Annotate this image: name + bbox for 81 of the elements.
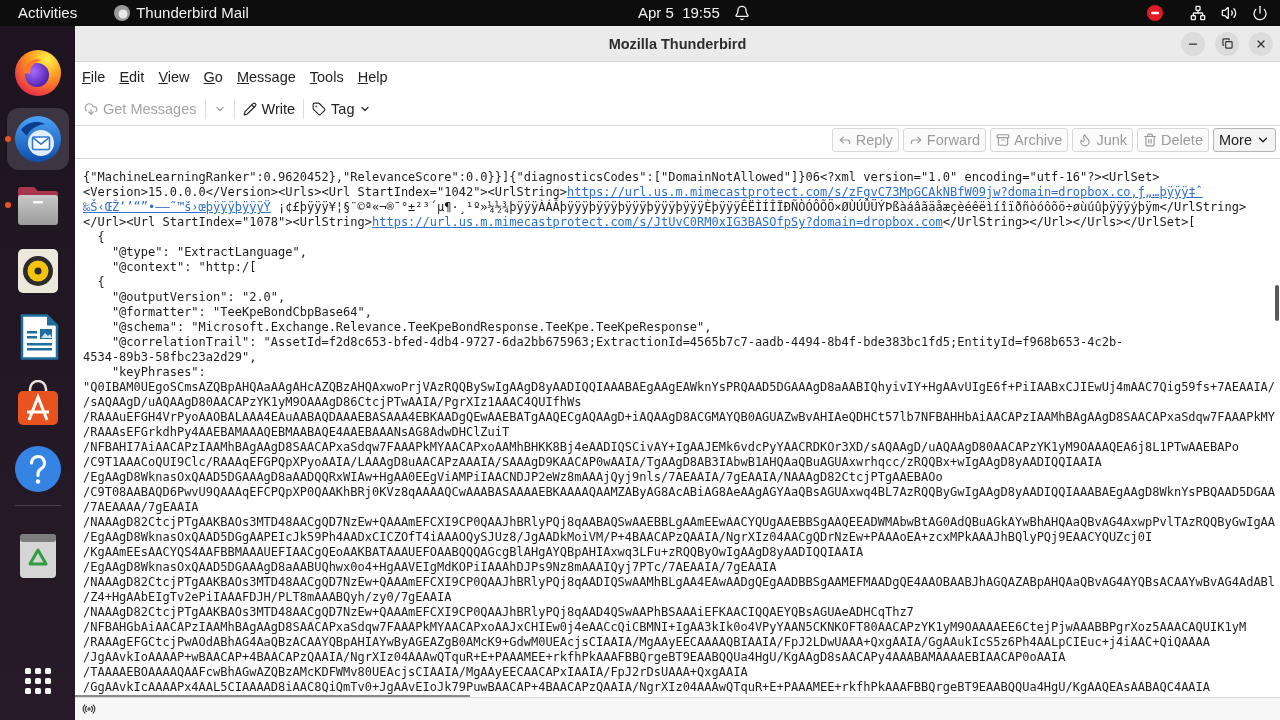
message-text: /GgAAvkIcAAAAPx4AAL5CIAAAAD8iAAC8QiQmTv0+JgAAvEIoJk79PuwBAACAP+4BAACAPzQAAIA/NgrXIz04AAAwQTquR+E+PAAAMEE+rkfhPkAAAFBBQrgeBT9EAABQQUa4HgU/KgAAQEAsAABAQC4AAIA (83, 680, 1211, 695)
menu-item[interactable]: Go (196, 65, 230, 89)
message-text: { (96, 275, 105, 290)
menu-item[interactable]: Tools (302, 65, 351, 89)
grid-icon (24, 668, 51, 694)
message-text: "@outputVersion": "2.0", (110, 290, 286, 305)
message-text: ‰Š‹ŒŽ‘’“”•–—˜™š›œþÿÿÿþÿÿÿŸ ¡¢£þÿÿÿ¥¦§¨©ª«¬®¯°±²³´µ¶·¸¹º»¼½¾þÿÿÿÀÁÂþÿÿÿþÿÿÿþÿÿÿþÿÿÿþÿÿÿÈþÿÿÿÊËÌÍÎÏÐÑÒÓÔÕÖ×ØÙÚÛÜÝÞßàáâãäåæçèéêëìíîïðñòóôõö÷øùúûþÿÿÿýþÿm</UrlString> (83, 200, 1247, 215)
tag-button[interactable]: Tag (308, 95, 376, 122)
show-apps-button[interactable] (24, 668, 51, 694)
power-icon[interactable] (1252, 5, 1268, 21)
app-menu-button[interactable]: Thunderbird Mail (114, 4, 249, 22)
write-button[interactable]: Write (238, 95, 300, 122)
message-text: /EgAAgD8WknasOxQAAD5DGgAAPEIcJk59Ph4AADxCICZOfT4iAAAOQySJUz8/JgAADkMoiVM/P+4BAACAPzQAAIA/NgrXIz04AACgQDrNzEw+PAAAoEA+zcxMPkAAAJhBQlyPQj9EAACYQUZcj0I (83, 530, 1153, 545)
message-text: "keyPhrases": (110, 365, 206, 380)
message-text: /Z4+HgAAbEIgTv2ePiIAAAFDJH/PLT8mAAABQyh/zy0/7gEAAIA (83, 590, 452, 605)
window-title: Mozilla Thunderbird (608, 35, 747, 52)
message-text: "@formatter": "TeeKpeBondCbpBase64", (110, 305, 372, 320)
message-text: </Url><Url StartIndex="1078"><UrlString>https://url.us.m.mimecastprotect.com/s/JtUvC0RM0xIG3BASOfpSy?domain=dropbox.com</UrlString></Url></Urls></UrlSet>[ (83, 215, 1196, 230)
message-text: /RAAAsEFGrkdhPy4AAEBAMAAAQEBMAABAQE4AAEBAAANsAG8AdwDHClZuiT (83, 425, 510, 440)
message-text: /NFBAHGbAiAACAPzIAAMhBAgAAgD8SAACAPxaSdqw7FAAAPkMYAACAPxoAAJxCHIEw0j4eAACcQiCBMNI+IgAA3kIk0o4VPyYAAN5CKNKOFT80AACAPzYK1yM9OAAAAEE6CtejPjwAAABBPgrXoz5AAACAQUIK1yM (83, 620, 1247, 635)
url-link[interactable]: https://url.us.m.mimecastprotect.com/s/zFgvC73MpGCAkNBfW09jw?domain=dropbox.co‚ƒ„…þÿÿÿ‡ˆ (567, 185, 1203, 199)
message-text: "@correlationTrail": "AssetId=f2d8c653-bfed-4db4-9727-6da2bb675963;ExtractionId=4565b7c7-aadb-4494-8b4f-bde383bc1fd5;EntityId=f968b653-4c2b- (110, 335, 1124, 350)
message-text: /C9T08AABAQD6PwvU9QAAAqEFCPQpXP0QAAKhBRj0KVz8qAAAAQCwAAABASAAAAEBKAAAAQAAMZAByAG8AcABiAG8AeAAgAGYAaQBsAGUAxwq4BL7AzRQQByGwIgAAgD8yAADIQQIAAABAEgAAgD8WknYsPBQAAD5DGAA (83, 485, 1276, 500)
help-launcher-button[interactable] (14, 446, 61, 492)
message-text: "@schema": "Microsoft.Exchange.Relevance.TeeKpeBondResponse.TeeKpe.TeeKpeResponse", (110, 320, 712, 335)
message-text: 4534-89b3-58fbc23a2d29", (83, 350, 257, 365)
flame-globe-icon (14, 50, 61, 96)
menu-item[interactable]: Message (229, 65, 303, 89)
tag-icon (312, 101, 327, 116)
trash-icon (1143, 133, 1158, 147)
flame-icon (1078, 133, 1093, 147)
message-text: <Version>15.0.0.0</Version><Urls><Url StartIndex="1042"><UrlString>https://url.us.m.mimecastprotect.com/s/zFgvC73MpGCAkNBfW09jw?domain=dropbox.co‚ƒ„…þÿÿÿ‡ˆ (83, 185, 1203, 200)
horizontal-scrollbar-thumb[interactable] (75, 695, 470, 697)
network-icon[interactable] (1190, 5, 1206, 21)
signal-waves-icon[interactable] (82, 702, 96, 716)
app-icon (114, 5, 131, 21)
message-text: /KgAAmEEsAACYQS4AAFBBMAAAUEFIAACgQEoAAKBATAAAUEFOAABQQQAGcgBlAHgAYQBpAHIAxwq3LFu+zRQQByOwIgAAgD8yAADIQQIAAIA (83, 545, 864, 560)
message-text: /EgAAgD8WknasOxQAAD5DGAAAgD8aAABUQhwx0o4+HgAAVEIgMdKOPiIAAAhDJPs9Nz8mAAAIQyj7PTc/7AEAAIA/7gEAAIA (83, 560, 777, 575)
minimize-button[interactable] (1181, 31, 1205, 56)
message-text: "@context": "http:/[ (110, 260, 257, 275)
clock-button[interactable]: Apr 5 19:55 (638, 4, 720, 22)
menu-item[interactable]: Edit (112, 65, 152, 89)
more-button[interactable]: More (1212, 128, 1276, 152)
message-text: /NAAAgD82CtcjPTgAAKBAOs3MTD48AACgQD7NzEw+QAAAmEFCXI9CP0QAAJhBRlyPQj8qAABAQSwAAEBBLgAAmEEwAACYQUgAAEBBSgAAQEEADWMAbwBtAG0AdQBuAGkAYwBhAHQAaQBvAG4AxwpPvlTAzRQQByGwIgAA (83, 515, 1276, 530)
message-text: /EgAAgD8WknasOxQAAD5DGAAAgD8aAADQQRxWIAw+HgAA0EEgViAMPiIAACNDJP2eWz8mAAAjQyj9nls/7AEAAIA/7gEAAIA/NAAAgD82CtcjPTgAAEBAOo (83, 470, 943, 485)
question-mark-icon (14, 446, 61, 492)
message-text: { (96, 230, 105, 245)
url-link[interactable]: ‰Š‹ŒŽ‘’“”•–—˜™š›œþÿÿÿþÿÿÿŸ (83, 200, 271, 214)
message-text: /NAAAgD82CtcjPTgAAKBAOs3MTD48AACgQD7NzEw+QAAAmEFCXI9CP0QAAJhBRlyPQj8qAAD4QSwAAPhBSAAAiEFKAACIQQAEYQBsAGUAeADHCqThz7 (83, 605, 914, 620)
restore-icon (1221, 38, 1233, 49)
pencil-icon (242, 101, 257, 116)
message-text: /C9T1AAACoQUI9Clc/RAAAqEFGPQpXPyoAAIA/LAAAgD8uAACAPzAAAIA/SAAAgD9KAACAP0wAAIA/TgAAgD8AB3IAbwB1AHQAaQBuAGUAxwrhqcc/zRQQBx+wIgAAgD8yAADIQQIAAIA (83, 455, 1102, 470)
message-text: "@type": "ExtractLanguage", (110, 245, 307, 260)
message-text: /TAAAAEBOAAAAQAAFcwBhAGwAZQBzAMcKDFWMv80UEAcjsCIAAIA/MgAAyEECAACAPxIAAIA/FpJ2rDsUAAA+QxgAAIA (83, 665, 748, 680)
reply-icon (837, 133, 852, 147)
message-text: /JgAAvkIoAAAAP+wBAACAP+4BAACAPzQAAIA/NgrXIz04AAAwQTquR+E+PAAAMEE+rkfhPkAAAFBBQrgeBT9EAABQQUa4HgU/KgAAgD8sAACAPy4AAABAMAAAAEBIAACAP0oAAIA (83, 650, 1066, 665)
volume-icon[interactable] (1221, 5, 1237, 21)
bell-icon (733, 5, 750, 21)
message-text: /sAQAAgD/uAQAAgD80AACAPzYK1yM9OAAAgD86CtcjPTwAAIA/PgrXIz1AAAC4QUIfhWs (83, 395, 582, 410)
activities-button[interactable]: Activities (18, 4, 78, 22)
close-button[interactable] (1249, 31, 1273, 56)
message-text: /RAAAuEFGH4VrPyoAAOBALAAA4EAuAABAQDAAAEBASAAA4EBKAADgQEwAAEBATgAAQECgAQAAgD+iAQAAgD8ACGMAYQB0AGUAZwBvAHIAeQDHCt57lb7NFBAHHbAiAACAPzIAAMhBAgAAgD8SAACAPxaSdqw7FAAAPkMY (83, 410, 1276, 425)
message-text: {"MachineLearningRanker":0.9620452},"RelevanceScore":0.0}}]{"diagnosticsCodes":["DomainNotAllowed"]}06<?xml version="1.0" encoding="utf-16"?><UrlSet> (83, 170, 1160, 185)
message-text: /NFBAHI7AiAACAPzIAAMhBAgAAgD8SAACAPxaSdqw7FAAAPkMYAACAPxoAAMhBHKK8Bj4eAADIQSCivAY+IgAAJEMk6vdcPyYAACRDKOr3XD/sAQAAgD/uAQAAgD80AACAPzYK1yM9OAAAQEA6j8L1PTwAAEBAPo (83, 440, 1239, 455)
menu-item[interactable]: File (75, 65, 113, 89)
forward-icon (908, 133, 923, 147)
menu-item[interactable]: Help (350, 65, 395, 89)
browser-launcher-button[interactable] (14, 50, 61, 96)
cloud-download-icon (84, 101, 98, 116)
no-entry-icon[interactable] (1147, 5, 1163, 21)
restore-button[interactable] (1215, 31, 1239, 56)
message-text: /NAAAgD82CtcjPTgAAKBAOs3MTD48AACgQD7NzEw+QAAAmEFCXI9CP0QAAJhBRlyPQj8qAADIQSwAAMhBLgAA4EAwAADgQEgAADBBSgAAMEFMAADgQE4AAOBAABJhAGQAZABpAHQAaQBvAG4AYQBsACAAYwBvAG4AdABl (83, 575, 1276, 590)
archive-box-icon (996, 133, 1011, 147)
envelope-circle-icon (14, 116, 61, 162)
vertical-scrollbar-thumb[interactable] (1275, 285, 1279, 321)
url-link[interactable]: https://url.us.m.mimecastprotect.com/s/JtUvC0RM0xIG3BASOfpSy?domain=dropbox.com (372, 215, 943, 229)
message-text: /RAAAgEFGCtcjPwAOdABhAG4AaQBzACAAYQBpAHIAYwByAGEAZgB0AMcK9+GdwM0UEAcjsCIAAIA/MgAAyEECAAAAQBIAAIA/FpJ2LDwUAAA+QxgAAIA/GgAAukIcS5z6Ph4AALpCIEuc+j4iAAC+QiQAAAA (83, 635, 1211, 650)
message-text: "Q0IBAM0UEgoSCmsAZQBpAHQAaAAgAHcAZQBzAHQAxwoPrjVAzRQQBySwIgAAgD8yAADIQQIAAABAEgAAgEAWknYsPRQAAD5DGAAAgD8aAABIQhyivIY+HgAAvUIgE6f+PiIAABxCJIEwUj4mAAC7Qig59fs+7AEAAIA/ (83, 380, 1276, 395)
mail-launcher-button[interactable] (6, 108, 69, 170)
message-text: /7AEAAAA/7gEAAIA (83, 500, 199, 515)
menu-item[interactable]: View (151, 65, 197, 89)
